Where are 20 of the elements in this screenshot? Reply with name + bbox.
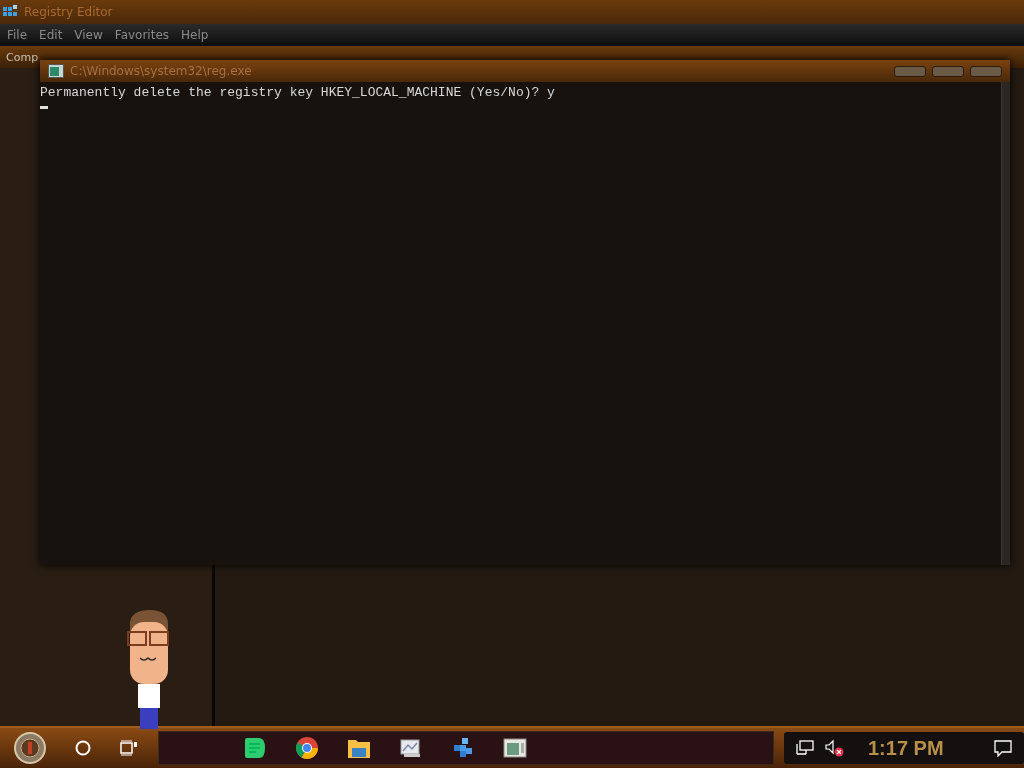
volume-muted-icon[interactable] (824, 739, 844, 757)
minimize-button[interactable] (894, 65, 926, 77)
menu-item[interactable]: File (2, 28, 33, 42)
scrollbar[interactable] (1001, 82, 1010, 565)
maximize-button[interactable] (932, 65, 964, 77)
menu-item[interactable]: Help (176, 28, 214, 42)
notification-icon[interactable] (994, 739, 1012, 757)
search-icon[interactable] (75, 740, 91, 756)
window-title: Registry Editor (24, 5, 113, 19)
task-view-icon[interactable] (120, 740, 138, 756)
address-bar[interactable]: Comp (6, 50, 39, 64)
window-title: C:\Windows\system32\reg.exe (70, 64, 252, 78)
close-button[interactable] (970, 65, 1002, 77)
menu-item[interactable]: View (69, 28, 108, 42)
console-icon (48, 64, 64, 78)
menu-item[interactable]: Edit (34, 28, 68, 42)
console-line: Permanently delete the registry key HKEY_LOCAL_MACHINE (Yes/No)? y (40, 84, 556, 102)
menu-item[interactable]: Favorites (109, 28, 175, 42)
network-icon[interactable] (796, 740, 814, 756)
text-cursor (40, 106, 48, 109)
